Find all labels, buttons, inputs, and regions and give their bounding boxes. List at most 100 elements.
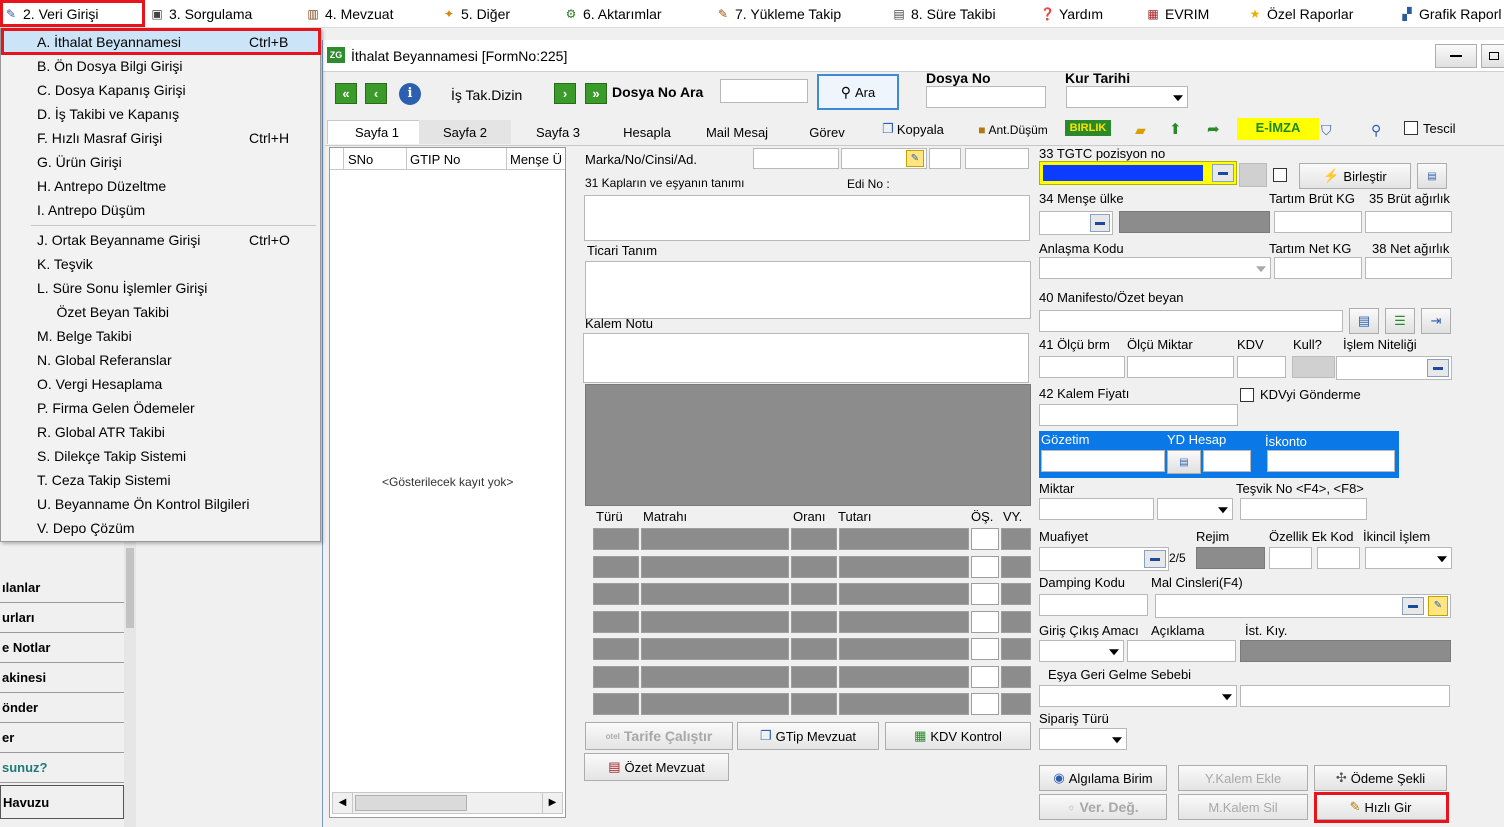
yd-hesap-input[interactable] bbox=[1203, 450, 1251, 472]
manifesto-export-button[interactable]: ⇥ bbox=[1421, 308, 1451, 334]
first-record-button[interactable]: « bbox=[335, 83, 357, 104]
tax-cell[interactable] bbox=[641, 638, 789, 660]
tax-cell[interactable] bbox=[791, 638, 837, 660]
tartim-net-input[interactable] bbox=[1274, 257, 1362, 279]
dosya-no-ara-input[interactable] bbox=[720, 79, 808, 103]
info-icon[interactable]: i bbox=[399, 83, 421, 105]
prev-record-button[interactable]: ‹ bbox=[365, 83, 387, 104]
scroll-left-icon[interactable]: ◀ bbox=[333, 793, 353, 813]
edit-note-icon[interactable]: ✎ bbox=[1428, 596, 1448, 616]
mal-cinsleri-input[interactable]: ▬ ✎ bbox=[1155, 594, 1451, 618]
menu-item-antrepo-dusum[interactable]: I. Antrepo Düşüm bbox=[3, 198, 318, 222]
ticari-tanim-textarea[interactable] bbox=[585, 261, 1031, 319]
tax-cell[interactable] bbox=[791, 555, 837, 578]
tax-cell[interactable] bbox=[839, 555, 969, 578]
marka-input-1[interactable] bbox=[753, 148, 839, 169]
anlasma-kodu-select[interactable] bbox=[1039, 257, 1271, 279]
restore-button[interactable] bbox=[1481, 44, 1504, 68]
tax-cell[interactable] bbox=[593, 610, 639, 633]
sidebar-item-0[interactable]: ılanlar bbox=[0, 573, 124, 603]
upload-icon[interactable]: ⬆ bbox=[1169, 120, 1182, 138]
dosya-no-input[interactable] bbox=[926, 86, 1046, 108]
sidebar-item-7[interactable]: Havuzu bbox=[0, 785, 124, 819]
tax-cell[interactable] bbox=[971, 665, 999, 688]
kopyala-button[interactable]: ❐ Kopyala bbox=[875, 117, 951, 141]
menu-item-ortak-beyanname[interactable]: J. Ortak Beyanname Girişi Ctrl+O bbox=[3, 228, 318, 252]
tax-cell[interactable] bbox=[971, 583, 999, 605]
menu-item-vergi-hesaplama[interactable]: O. Vergi Hesaplama bbox=[3, 372, 318, 396]
aciklama-input[interactable] bbox=[1127, 640, 1236, 662]
kaplar-textarea[interactable] bbox=[584, 195, 1030, 241]
gozetim-input[interactable] bbox=[1041, 450, 1165, 472]
y-kalem-ekle-button[interactable]: Y.Kalem Ekle bbox=[1178, 765, 1308, 791]
tax-cell[interactable] bbox=[791, 665, 837, 688]
menu-mevzuat[interactable]: ▥ 4. Mevzuat bbox=[306, 0, 393, 28]
menu-item-sure-sonu[interactable]: L. Süre Sonu İşlemler Girişi bbox=[3, 276, 318, 300]
olcu-brm-input[interactable] bbox=[1039, 356, 1125, 378]
mense-input[interactable]: ▬ bbox=[1039, 211, 1113, 235]
tab-sayfa-2[interactable]: Sayfa 2 bbox=[419, 120, 511, 144]
menu-aktarimlar[interactable]: ⚙ 6. Aktarımlar bbox=[564, 0, 662, 28]
tax-row[interactable] bbox=[585, 665, 1031, 688]
shield-icon[interactable]: ⛉ bbox=[1321, 122, 1332, 139]
esya-geri-input[interactable] bbox=[1240, 685, 1450, 707]
tax-cell[interactable] bbox=[641, 528, 789, 550]
menu-evrim[interactable]: ▦ EVRIM bbox=[1146, 0, 1209, 28]
tax-row[interactable] bbox=[585, 638, 1031, 660]
menu-item-depo-cozum[interactable]: V. Depo Çözüm bbox=[3, 516, 318, 540]
tax-cell[interactable] bbox=[971, 638, 999, 660]
col-gtip-no[interactable]: GTIP No bbox=[410, 152, 460, 167]
miktar-unit-select[interactable] bbox=[1157, 498, 1233, 520]
tax-cell[interactable] bbox=[641, 665, 789, 688]
sidebar-item-4[interactable]: önder bbox=[0, 693, 124, 723]
e-imza-button[interactable]: E-İMZA bbox=[1237, 118, 1319, 140]
ozet-mevzuat-button[interactable]: ▤ Özet Mevzuat bbox=[584, 753, 729, 781]
kalem-fiyati-input[interactable] bbox=[1039, 404, 1238, 426]
iskonto-input[interactable] bbox=[1267, 450, 1395, 472]
folder-open-icon[interactable]: ▰ bbox=[1135, 122, 1146, 139]
menu-item-hizli-masraf[interactable]: F. Hızlı Masraf Girişi Ctrl+H bbox=[3, 126, 318, 150]
giris-cikis-select[interactable] bbox=[1039, 640, 1124, 662]
algilama-birim-button[interactable]: ◉ Algılama Birim bbox=[1039, 765, 1167, 791]
menu-item-beyanname-on-kontrol[interactable]: U. Beyanname Ön Kontrol Bilgileri bbox=[3, 492, 318, 516]
lookup-icon[interactable]: ▬ bbox=[1402, 597, 1424, 615]
tab-sayfa-1[interactable]: Sayfa 1 bbox=[327, 120, 427, 144]
odeme-sekli-button[interactable]: ✣ Ödeme Şekli bbox=[1314, 765, 1447, 791]
menu-diger[interactable]: ✦ 5. Diğer bbox=[442, 0, 510, 28]
menu-item-urun-girisi[interactable]: G. Ürün Girişi bbox=[3, 150, 318, 174]
tax-cell[interactable] bbox=[971, 693, 999, 715]
tax-cell[interactable] bbox=[641, 555, 789, 578]
tgtc-checkbox[interactable] bbox=[1273, 168, 1287, 182]
tarife-calistir-button[interactable]: otel Tarife Çalıştır bbox=[585, 722, 733, 750]
tax-cell[interactable] bbox=[791, 528, 837, 550]
menu-item-antrepo-duzeltme[interactable]: H. Antrepo Düzeltme bbox=[3, 174, 318, 198]
kdvyi-gonderme-checkbox[interactable] bbox=[1240, 388, 1254, 402]
sidebar-scroll-thumb[interactable] bbox=[126, 548, 134, 628]
tab-mail-mesaj[interactable]: Mail Mesaj bbox=[695, 120, 779, 144]
menu-item-dosya-kapanis[interactable]: C. Dosya Kapanış Girişi bbox=[3, 78, 318, 102]
sidebar-item-2[interactable]: e Notlar bbox=[0, 633, 124, 663]
siparis-turu-select[interactable] bbox=[1039, 728, 1127, 750]
tax-cell[interactable] bbox=[839, 583, 969, 605]
sidebar-item-5[interactable]: er bbox=[0, 723, 124, 753]
next-record-button[interactable]: › bbox=[554, 83, 576, 104]
tax-row[interactable] bbox=[585, 555, 1031, 578]
tab-hesapla[interactable]: Hesapla bbox=[609, 120, 685, 144]
olcu-miktar-input[interactable] bbox=[1127, 356, 1234, 378]
menu-item-on-dosya[interactable]: B. Ön Dosya Bilgi Girişi bbox=[3, 54, 318, 78]
kdv-kontrol-button[interactable]: ▦ KDV Kontrol bbox=[885, 722, 1031, 750]
keyboard-button[interactable]: ▤ bbox=[1417, 163, 1447, 189]
kalem-list[interactable]: SNo GTIP No Menşe Ü <Gösterilecek kayıt … bbox=[329, 147, 566, 818]
tax-cell[interactable] bbox=[1001, 638, 1031, 660]
menu-grafik-raporlar[interactable]: ▞ Grafik Raporl bbox=[1400, 0, 1501, 28]
birlestir-button[interactable]: ⚡ Birleştir bbox=[1299, 163, 1411, 189]
esya-geri-select[interactable] bbox=[1039, 685, 1237, 707]
magnifier-icon[interactable]: ⚲ bbox=[1371, 122, 1381, 139]
tax-cell[interactable] bbox=[641, 693, 789, 715]
hizli-gir-button[interactable]: ✎ Hızlı Gir bbox=[1314, 794, 1447, 820]
scroll-right-icon[interactable]: ▶ bbox=[542, 793, 562, 813]
tax-cell[interactable] bbox=[839, 638, 969, 660]
list-hscrollbar[interactable]: ◀ ▶ bbox=[332, 792, 563, 814]
tax-cell[interactable] bbox=[791, 693, 837, 715]
tax-cell[interactable] bbox=[839, 528, 969, 550]
